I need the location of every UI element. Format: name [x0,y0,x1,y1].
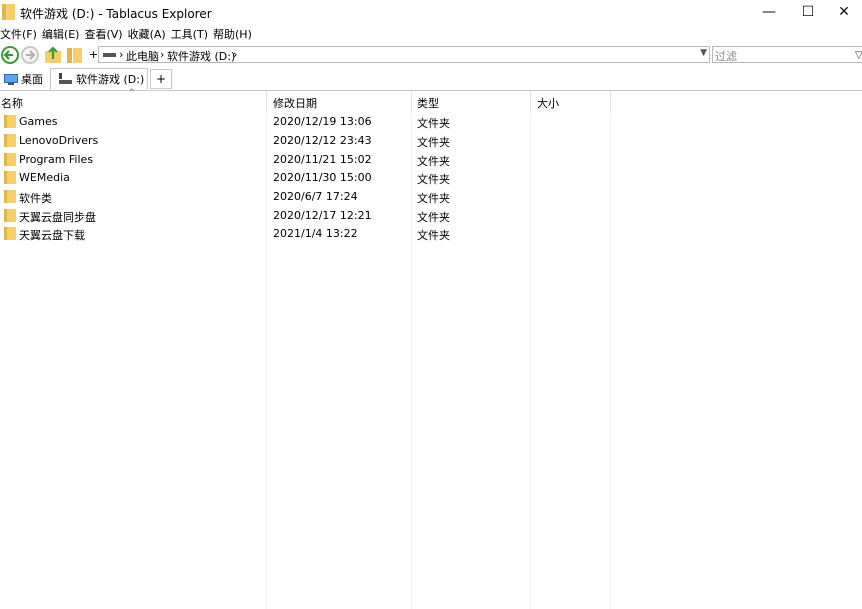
column-header: ^ 名称 修改日期 类型 大小 [0,88,862,112]
breadcrumb-separator[interactable]: › [160,48,164,61]
item-date: 2021/1/4 13:22 [273,227,358,240]
item-date: 2020/11/21 15:02 [273,153,372,166]
item-name: Games [19,115,58,128]
breadcrumb-drive[interactable]: 软件游戏 (D:) [167,48,235,64]
desktop-icon [4,73,18,85]
minimize-icon: — [762,4,776,20]
app-folder-icon [2,4,15,20]
drive-icon [59,73,72,84]
item-date: 2020/12/12 23:43 [273,134,372,147]
close-icon: ✕ [838,4,850,20]
maximize-icon: ☐ [801,4,815,20]
item-type: 文件夹 [417,136,450,149]
item-type: 文件夹 [417,192,450,205]
list-item[interactable]: 软件类 2020/6/7 17:24 文件夹 [0,188,610,206]
title-bar: 软件游戏 (D:) - Tablacus Explorer — ☐ ✕ [0,0,862,26]
tab-drive-d[interactable]: 软件游戏 (D:) [50,68,148,90]
tree-folder-icon[interactable] [65,45,85,65]
column-size[interactable]: 大小 [537,95,559,111]
column-divider[interactable] [266,91,267,112]
folder-icon [4,115,16,128]
column-type[interactable]: 类型 [417,95,439,111]
item-name: LenovoDrivers [19,134,99,147]
window-title: 软件游戏 (D:) - Tablacus Explorer [20,7,212,21]
item-name: 天翼云盘下载 [19,229,85,242]
forward-arrow-icon[interactable] [20,45,40,65]
filter-icon[interactable]: ▽ [855,50,862,61]
item-date: 2020/12/17 12:21 [273,209,372,222]
address-bar[interactable]: › 此电脑 › 软件游戏 (D:) › ▼ [98,46,710,63]
item-date: 2020/6/7 17:24 [273,190,358,203]
breadcrumb-separator[interactable]: › [233,48,237,61]
breadcrumb-this-pc[interactable]: 此电脑 [126,48,159,64]
close-button[interactable]: ✕ [824,0,862,24]
item-type: 文件夹 [417,229,450,242]
column-guide [610,113,611,609]
filter-input[interactable]: 过滤 ▽ [712,46,862,63]
folder-icon [4,153,16,166]
minimize-button[interactable]: — [749,0,789,24]
breadcrumb-separator[interactable]: › [119,48,123,61]
up-folder-icon[interactable] [43,45,63,65]
back-arrow-icon[interactable] [0,45,20,65]
menu-file[interactable]: 文件(F) [0,26,40,43]
maximize-button[interactable]: ☐ [788,0,828,24]
menu-help[interactable]: 帮助(H) [213,26,255,43]
item-type: 文件夹 [417,211,450,224]
tab-label: 桌面 [21,73,43,86]
folder-icon [4,134,16,147]
menu-favorites[interactable]: 收藏(A) [128,26,169,43]
folder-icon [4,190,16,203]
add-favorite-button[interactable]: + [89,48,98,61]
folder-icon [4,209,16,222]
filter-placeholder: 过滤 [715,50,737,63]
column-divider[interactable] [610,91,611,112]
item-name: WEMedia [19,171,70,184]
chevron-down-icon[interactable]: ▼ [700,48,707,58]
menu-edit[interactable]: 编辑(E) [42,26,83,43]
list-item[interactable]: Program Files 2020/11/21 15:02 文件夹 [0,151,610,169]
item-name: 软件类 [19,192,52,205]
column-divider[interactable] [530,91,531,112]
menu-bar: 文件(F) 编辑(E) 查看(V) 收藏(A) 工具(T) 帮助(H) [0,26,862,43]
drive-icon [103,53,116,57]
column-name[interactable]: 名称 [1,95,23,111]
sort-ascending-icon: ^ [128,88,136,98]
item-date: 2020/12/19 13:06 [273,115,372,128]
menu-tools[interactable]: 工具(T) [171,26,211,43]
column-date[interactable]: 修改日期 [273,95,317,111]
new-tab-button[interactable]: + [150,69,172,89]
folder-icon [4,171,16,184]
menu-view[interactable]: 查看(V) [84,26,125,43]
item-type: 文件夹 [417,155,450,168]
item-date: 2020/11/30 15:00 [273,171,372,184]
column-divider[interactable] [411,91,412,112]
list-item[interactable]: 天翼云盘下载 2021/1/4 13:22 文件夹 [0,225,610,243]
tab-desktop[interactable]: 桌面 [0,69,48,89]
item-type: 文件夹 [417,117,450,130]
list-item[interactable]: Games 2020/12/19 13:06 文件夹 [0,113,610,131]
tab-label: 软件游戏 (D:) [76,73,145,86]
item-name: 天翼云盘同步盘 [19,211,96,224]
toolbar: + › 此电脑 › 软件游戏 (D:) › ▼ 过滤 ▽ [0,43,862,67]
item-name: Program Files [19,153,94,166]
folder-icon [4,227,16,240]
list-item[interactable]: 天翼云盘同步盘 2020/12/17 12:21 文件夹 [0,207,610,225]
list-item[interactable]: LenovoDrivers 2020/12/12 23:43 文件夹 [0,132,610,150]
item-type: 文件夹 [417,173,450,186]
list-item[interactable]: WEMedia 2020/11/30 15:00 文件夹 [0,169,610,187]
